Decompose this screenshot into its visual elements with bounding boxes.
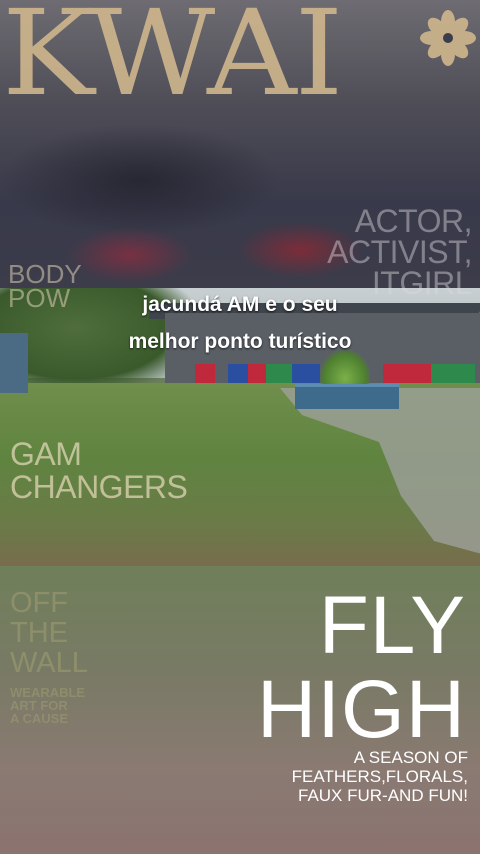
cover-line-game-changers: GAM CHANGERS	[10, 436, 188, 505]
cover-line-text: OFF	[10, 587, 68, 619]
asterisk-flower-icon	[418, 8, 478, 68]
headline-line: HIGH	[257, 664, 466, 755]
planter-box	[295, 384, 399, 409]
cover-line-text: GAM	[10, 436, 82, 472]
cover-line-text: A CAUSE	[10, 711, 69, 726]
brand-logo: KWAI	[2, 0, 343, 122]
cover-line-text: FAUX FUR-AND FUN!	[298, 786, 468, 805]
cover-line-text: CHANGERS	[10, 469, 188, 505]
video-caption-line-2: melhor ponto turístico	[128, 330, 352, 353]
cover-line-text: FEATHERS,FLORALS,	[291, 767, 468, 786]
cover-line-wearable: WEARABLE ART FOR A CAUSE	[10, 686, 85, 725]
cover-line-text: A SEASON OF	[353, 748, 468, 767]
cover-line-actor: ACTOR, ACTIVIST, ITGIRL	[327, 203, 473, 299]
headline-line: FLY	[318, 580, 466, 671]
headline: FLY HIGH	[257, 584, 466, 752]
cover-line-text: WALL	[10, 647, 88, 679]
cover-line-text: THE	[10, 617, 68, 649]
cover-line-off-the-wall: OFF THE WALL	[10, 588, 88, 678]
video-caption-line-1: jacundá AM e o seu	[142, 293, 338, 316]
cover-line-text: ACTOR,	[354, 203, 473, 239]
cover-line-text: ACTIVIST,	[327, 234, 472, 270]
cover-line-season: A SEASON OF FEATHERS,FLORALS, FAUX FUR-A…	[292, 748, 468, 805]
